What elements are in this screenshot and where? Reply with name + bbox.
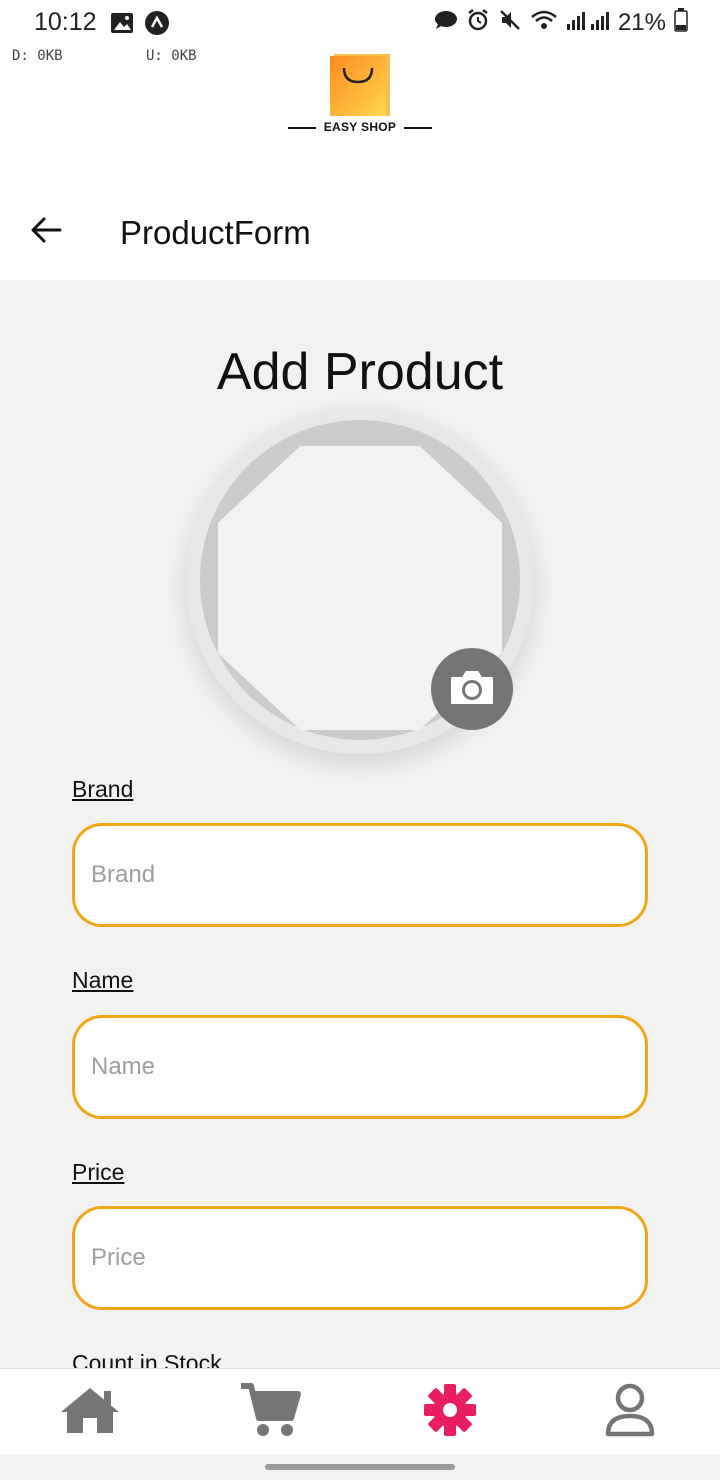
- name-input[interactable]: [72, 1015, 648, 1119]
- gear-icon: [423, 1383, 477, 1442]
- home-gesture-bar[interactable]: [265, 1464, 455, 1470]
- count-in-stock-label: Count in Stock: [72, 1350, 222, 1368]
- battery-icon: [674, 8, 688, 37]
- product-image-frame: [186, 406, 534, 754]
- name-label: Name: [72, 967, 134, 993]
- back-button[interactable]: [24, 210, 68, 254]
- form-content[interactable]: Add Product Brand Name Price Count in St…: [0, 280, 720, 1368]
- gallery-icon: [110, 12, 134, 39]
- nav-settings[interactable]: [418, 1383, 482, 1441]
- camera-icon: [449, 668, 495, 711]
- mute-icon: [498, 8, 522, 37]
- price-input[interactable]: [72, 1206, 648, 1310]
- battery-percent: 21%: [617, 8, 666, 36]
- alarm-icon: [466, 8, 490, 37]
- app-logo: EASY SHOP: [286, 50, 434, 140]
- nav-cart[interactable]: [238, 1382, 302, 1443]
- status-bar: 10:12 21%: [0, 0, 720, 44]
- user-icon: [604, 1382, 656, 1443]
- home-icon: [59, 1385, 121, 1440]
- wifi-icon: [530, 9, 558, 36]
- app-header: ProductForm: [0, 188, 720, 280]
- bottom-nav: [0, 1368, 720, 1454]
- upload-meter: U: 0KB: [146, 48, 197, 64]
- price-label: Price: [72, 1159, 125, 1185]
- app-notification-icon: [144, 10, 170, 41]
- status-time: 10:12: [34, 8, 97, 36]
- nav-profile[interactable]: [598, 1383, 662, 1441]
- brand-label: Brand: [72, 776, 134, 802]
- logo-text: EASY SHOP: [323, 120, 397, 134]
- brand-input[interactable]: [72, 823, 648, 927]
- gesture-area: [0, 1454, 720, 1480]
- nav-home[interactable]: [58, 1383, 122, 1441]
- chat-icon: [434, 10, 458, 35]
- download-meter: D: 0KB: [12, 48, 63, 64]
- camera-button[interactable]: [431, 648, 513, 730]
- page-title: Add Product: [216, 343, 504, 401]
- arrow-left-icon: [30, 216, 62, 249]
- cart-icon: [239, 1382, 301, 1443]
- header-title: ProductForm: [120, 214, 311, 251]
- signal-icon: [566, 9, 610, 36]
